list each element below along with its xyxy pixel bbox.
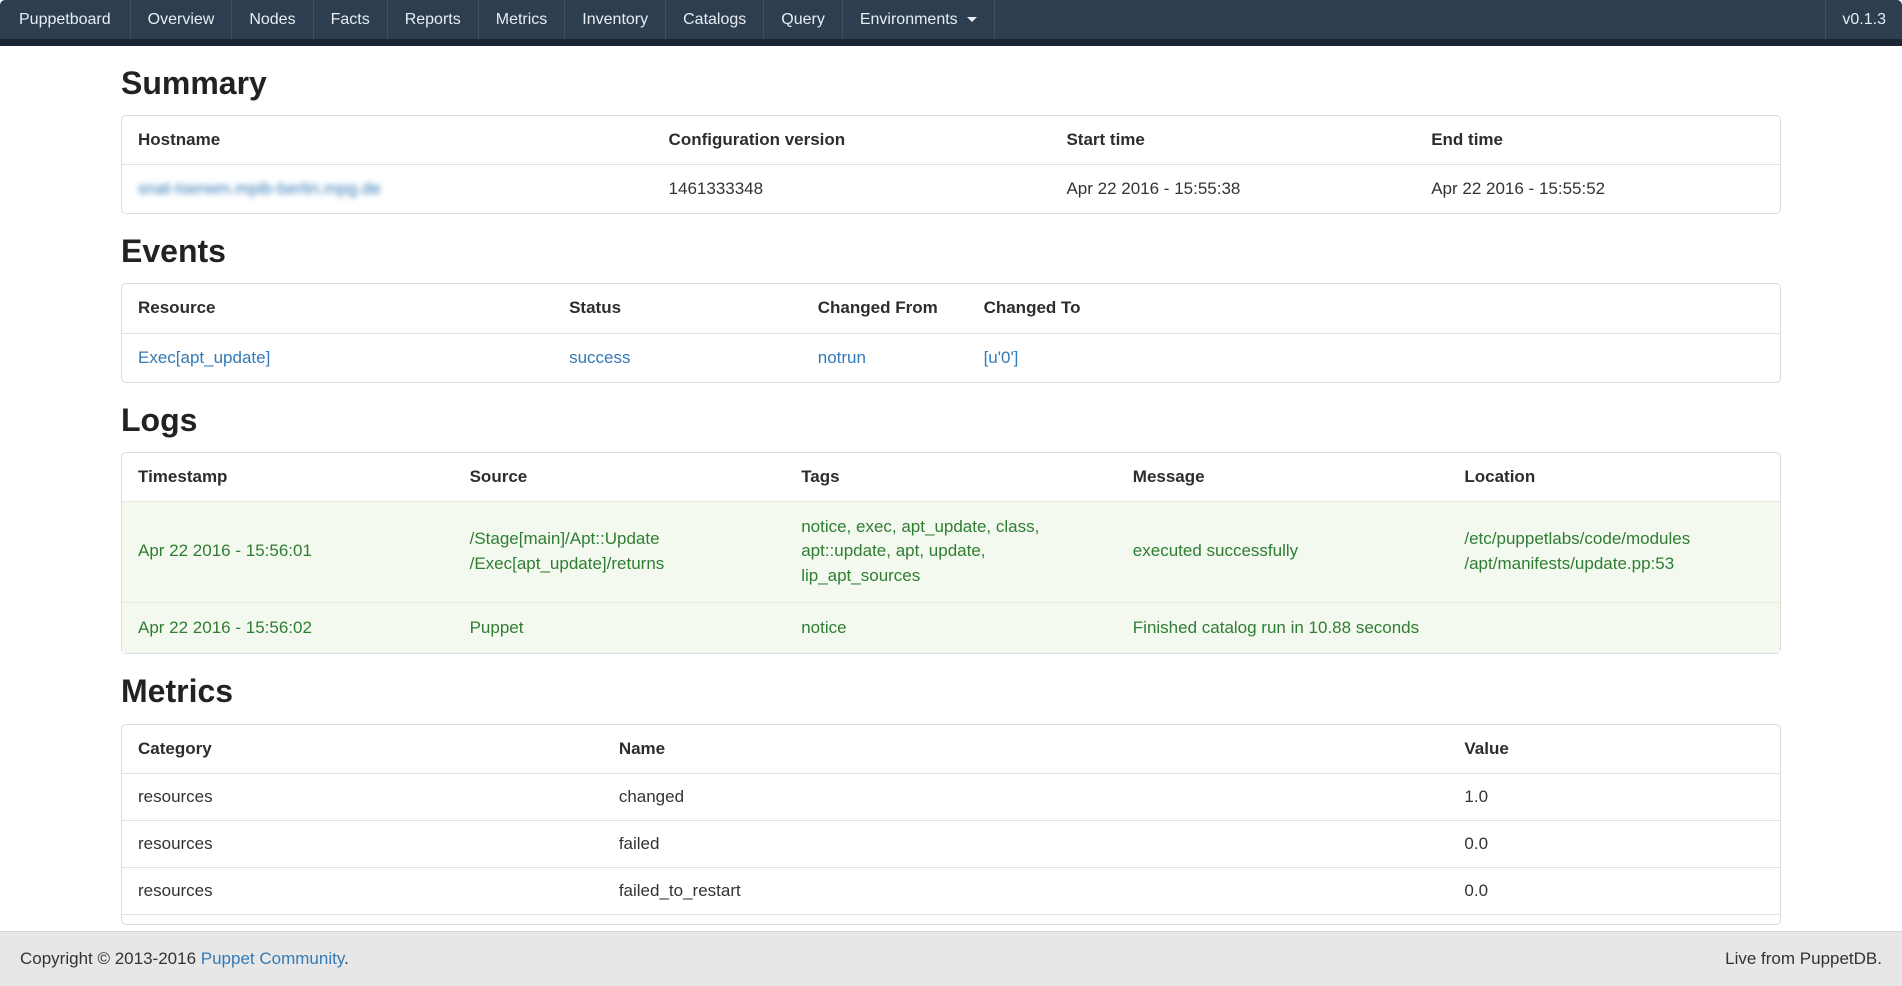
log-message: executed successfully xyxy=(1117,501,1449,602)
logs-col-timestamp: Timestamp xyxy=(122,453,454,501)
nav-item-nodes[interactable]: Nodes xyxy=(232,0,313,39)
page-footer: Copyright © 2013-2016 Puppet Community. … xyxy=(0,931,1902,986)
log-timestamp: Apr 22 2016 - 15:56:01 xyxy=(122,501,454,602)
event-changed-to-link[interactable]: [u'0'] xyxy=(984,348,1019,367)
events-table: Resource Status Changed From Changed To … xyxy=(121,283,1781,382)
top-navbar: Puppetboard Overview Nodes Facts Reports… xyxy=(0,0,1902,46)
logs-table: Timestamp Source Tags Message Location A… xyxy=(121,452,1781,655)
log-source: /Stage[main]/Apt::Update /Exec[apt_updat… xyxy=(454,501,786,602)
footer-copyright-suffix: . xyxy=(344,949,349,968)
metric-category: resources xyxy=(122,820,603,867)
nav-dropdown-environments[interactable]: Environments xyxy=(843,0,995,39)
summary-col-config-version: Configuration version xyxy=(653,116,1051,164)
metrics-col-category: Category xyxy=(122,725,603,773)
event-resource-link[interactable]: Exec[apt_update] xyxy=(138,348,270,367)
footer-puppetdb-status: Live from PuppetDB. xyxy=(1725,949,1882,969)
nav-brand-puppetboard[interactable]: Puppetboard xyxy=(0,0,131,39)
events-header-row: Resource Status Changed From Changed To xyxy=(122,284,1780,332)
metric-value: 1.0 xyxy=(1448,773,1780,820)
logs-header-row: Timestamp Source Tags Message Location xyxy=(122,453,1780,501)
metric-name: failed xyxy=(603,820,1449,867)
log-row: Apr 22 2016 - 15:56:02 Puppet notice Fin… xyxy=(122,602,1780,654)
nav-item-inventory[interactable]: Inventory xyxy=(565,0,666,39)
main-content: Summary Hostname Configuration version S… xyxy=(121,66,1781,925)
metric-row: resources failed_to_restart 0.0 xyxy=(122,867,1780,914)
log-timestamp: Apr 22 2016 - 15:56:02 xyxy=(122,602,454,654)
nav-item-metrics[interactable]: Metrics xyxy=(479,0,566,39)
events-col-changed-from: Changed From xyxy=(802,284,968,332)
metric-category: resources xyxy=(122,867,603,914)
footer-copyright-prefix: Copyright © 2013-2016 xyxy=(20,949,201,968)
summary-row: snat-tserwm.mpib-berlin.mpg.de 146133334… xyxy=(122,164,1780,213)
log-row: Apr 22 2016 - 15:56:01 /Stage[main]/Apt:… xyxy=(122,501,1780,602)
metric-row: resources failed 0.0 xyxy=(122,820,1780,867)
metrics-table: Category Name Value resources changed 1.… xyxy=(121,724,1781,925)
metric-row: resources changed 1.0 xyxy=(122,773,1780,820)
metrics-col-value: Value xyxy=(1448,725,1780,773)
log-tags: notice, exec, apt_update, class, apt::up… xyxy=(785,501,1117,602)
summary-heading: Summary xyxy=(121,66,1781,101)
app-version-label: v0.1.3 xyxy=(1825,0,1902,39)
logs-col-location: Location xyxy=(1448,453,1780,501)
nav-item-facts[interactable]: Facts xyxy=(314,0,388,39)
caret-down-icon xyxy=(967,17,977,22)
events-col-changed-to: Changed To xyxy=(968,284,1780,332)
nav-item-overview[interactable]: Overview xyxy=(131,0,233,39)
logs-col-source: Source xyxy=(454,453,786,501)
events-col-status: Status xyxy=(553,284,802,332)
navbar-right: v0.1.3 xyxy=(1825,0,1902,39)
nav-item-reports[interactable]: Reports xyxy=(388,0,479,39)
metric-category: resources xyxy=(122,773,603,820)
metric-name: failed_to_restart xyxy=(603,867,1449,914)
events-col-resource: Resource xyxy=(122,284,553,332)
log-source: Puppet xyxy=(454,602,786,654)
end-time-value: Apr 22 2016 - 15:55:52 xyxy=(1415,164,1780,213)
metrics-heading: Metrics xyxy=(121,674,1781,709)
summary-header-row: Hostname Configuration version Start tim… xyxy=(122,116,1780,164)
metrics-col-name: Name xyxy=(603,725,1449,773)
nav-item-catalogs[interactable]: Catalogs xyxy=(666,0,764,39)
summary-col-hostname: Hostname xyxy=(122,116,653,164)
logs-col-tags: Tags xyxy=(785,453,1117,501)
logs-heading: Logs xyxy=(121,403,1781,438)
hostname-link[interactable]: snat-tserwm.mpib-berlin.mpg.de xyxy=(138,179,381,198)
summary-col-start-time: Start time xyxy=(1050,116,1415,164)
metric-row-partial xyxy=(122,914,1780,924)
event-changed-from-link[interactable]: notrun xyxy=(818,348,866,367)
logs-col-message: Message xyxy=(1117,453,1449,501)
metric-name: changed xyxy=(603,773,1449,820)
summary-table: Hostname Configuration version Start tim… xyxy=(121,115,1781,214)
config-version-value: 1461333348 xyxy=(653,164,1051,213)
events-heading: Events xyxy=(121,234,1781,269)
metric-value: 0.0 xyxy=(1448,867,1780,914)
metrics-header-row: Category Name Value xyxy=(122,725,1780,773)
start-time-value: Apr 22 2016 - 15:55:38 xyxy=(1050,164,1415,213)
event-row: Exec[apt_update] success notrun [u'0'] xyxy=(122,333,1780,382)
nav-item-query[interactable]: Query xyxy=(764,0,843,39)
footer-copyright: Copyright © 2013-2016 Puppet Community. xyxy=(20,949,349,969)
event-status-link[interactable]: success xyxy=(569,348,630,367)
log-location xyxy=(1448,602,1780,654)
log-tags: notice xyxy=(785,602,1117,654)
log-message: Finished catalog run in 10.88 seconds xyxy=(1117,602,1449,654)
puppet-community-link[interactable]: Puppet Community xyxy=(201,949,344,968)
log-location: /etc/puppetlabs/code/modules /apt/manife… xyxy=(1448,501,1780,602)
metric-value: 0.0 xyxy=(1448,820,1780,867)
environments-dropdown-label: Environments xyxy=(860,11,958,29)
summary-col-end-time: End time xyxy=(1415,116,1780,164)
